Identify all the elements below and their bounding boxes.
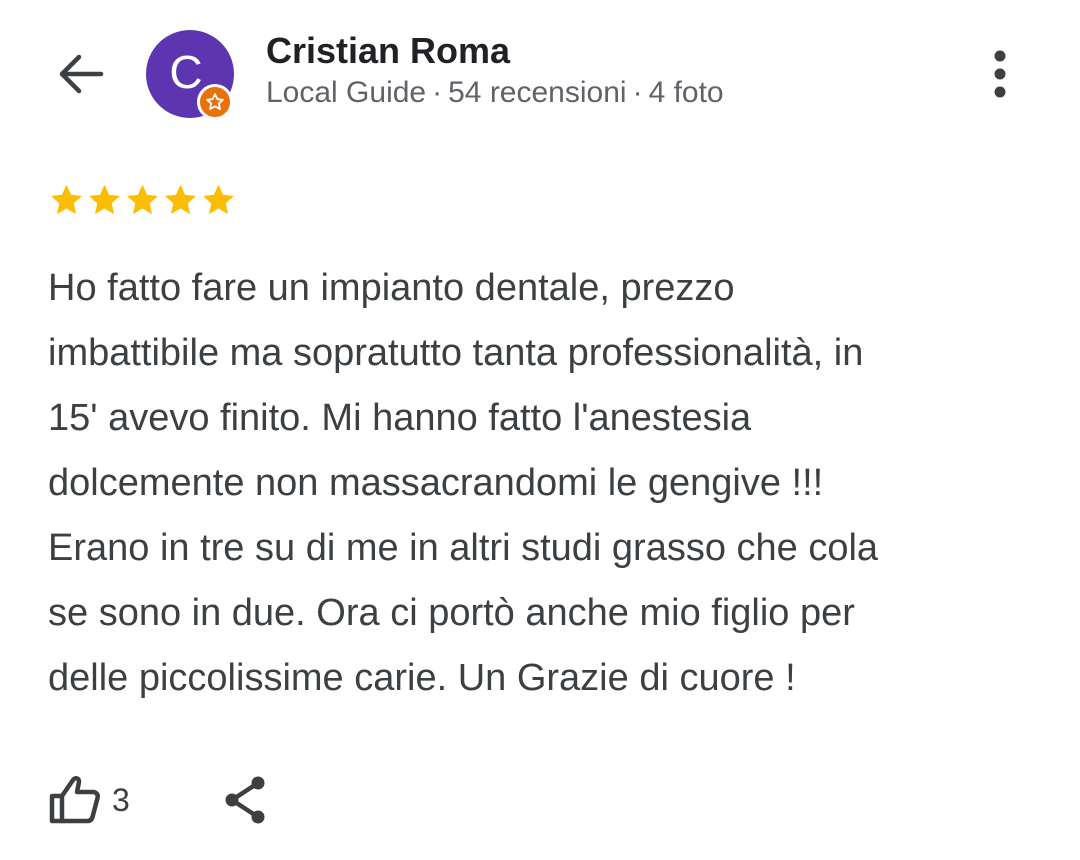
star-icon <box>127 184 158 215</box>
reviewer-meta: Local Guide · 54 recensioni · 4 foto <box>266 76 724 110</box>
review-count: 54 recensioni <box>448 76 627 109</box>
meta-separator: · <box>632 76 643 109</box>
meta-separator: · <box>432 76 443 109</box>
back-button[interactable] <box>50 48 110 100</box>
star-icon <box>203 184 234 215</box>
more-options-button[interactable] <box>976 46 1024 102</box>
review-actions: 3 <box>48 770 268 830</box>
review-text: Ho fatto fare un impianto dentale, prezz… <box>48 267 879 699</box>
local-guide-badge <box>197 84 233 120</box>
more-vert-icon <box>994 50 1006 98</box>
thumb-up-icon <box>49 776 100 824</box>
star-icon <box>165 184 196 215</box>
star-icon <box>51 184 82 215</box>
local-guide-label: Local Guide <box>266 76 427 109</box>
arrow-back-icon <box>59 54 104 94</box>
review-header: C Cristian Roma Local Guide · 54 recension… <box>0 0 1080 150</box>
local-guide-star-icon <box>206 93 224 111</box>
avatar-initial: C <box>169 46 203 98</box>
like-button[interactable]: 3 <box>48 775 130 825</box>
star-rating <box>48 182 237 219</box>
star-icon <box>89 184 120 215</box>
reviewer-name[interactable]: Cristian Roma <box>266 30 510 72</box>
like-count: 3 <box>112 781 130 818</box>
share-button[interactable] <box>222 775 268 825</box>
share-icon <box>225 776 265 824</box>
photo-count: 4 foto <box>648 76 724 109</box>
